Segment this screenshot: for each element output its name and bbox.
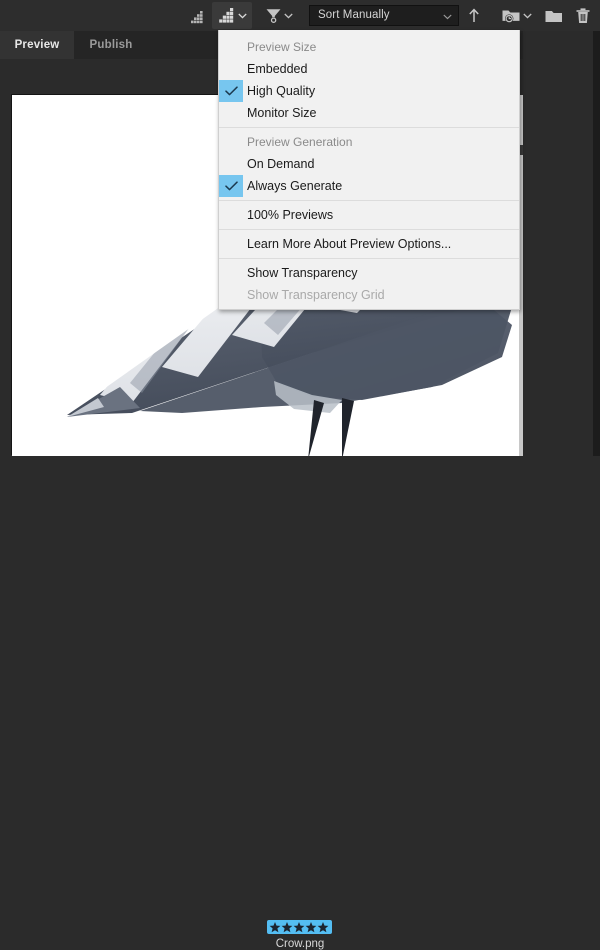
delete-icon[interactable] (570, 2, 600, 29)
filter-icon[interactable] (259, 2, 298, 29)
chevron-down-icon[interactable] (284, 2, 293, 29)
sort-select-value: Sort Manually (318, 8, 390, 21)
preview-footer: Crow.png (0, 456, 600, 950)
recent-folder-icon[interactable] (496, 2, 537, 29)
preview-filename: Crow.png (275, 938, 325, 950)
menu-item-show-transparency-grid: Show Transparency Grid (219, 284, 519, 306)
menu-divider (219, 258, 519, 259)
menu-item-label: Show Transparency Grid (247, 288, 385, 302)
menu-item-100-percent-previews[interactable]: 100% Previews (219, 204, 519, 226)
menu-item-label: High Quality (247, 84, 316, 98)
star-icon (269, 921, 329, 932)
sort-select[interactable]: Sort Manually (309, 5, 459, 26)
chevron-down-icon[interactable] (523, 2, 532, 29)
checkmark-icon (219, 175, 243, 197)
thumbnail-size-small-icon[interactable] (185, 2, 212, 29)
menu-section-header-preview-size: Preview Size (247, 40, 317, 54)
menu-item-label: Monitor Size (247, 106, 317, 120)
tab-preview-label: Preview (14, 39, 60, 51)
rating-stars[interactable] (267, 920, 332, 934)
application-window: Sort Manually Preview Publish Crow.png P… (0, 0, 600, 950)
preview-options-menu: Preview Size Embedded High Quality Monit… (218, 30, 520, 310)
menu-item-label: Show Transparency (247, 266, 358, 280)
menu-item-high-quality[interactable]: High Quality (219, 80, 519, 102)
thumbnail-size-large-icon[interactable] (212, 2, 252, 29)
menu-section-header-preview-generation: Preview Generation (247, 135, 353, 149)
menu-item-on-demand[interactable]: On Demand (219, 153, 519, 175)
right-panel-edge (593, 31, 600, 507)
menu-item-label: Always Generate (247, 179, 343, 193)
checkmark-icon (219, 80, 243, 102)
menu-item-embedded[interactable]: Embedded (219, 58, 519, 80)
menu-divider (219, 200, 519, 201)
chevron-down-icon (443, 7, 452, 25)
menu-item-always-generate[interactable]: Always Generate (219, 175, 519, 197)
menu-item-show-transparency[interactable]: Show Transparency (219, 262, 519, 284)
toolbar-right-group: Sort Manually (185, 0, 600, 31)
menu-item-monitor-size[interactable]: Monitor Size (219, 102, 519, 124)
chevron-down-icon[interactable] (238, 2, 247, 29)
new-folder-icon[interactable] (537, 2, 570, 29)
tab-publish[interactable]: Publish (74, 31, 148, 59)
menu-item-label: On Demand (247, 157, 315, 171)
menu-divider (219, 229, 519, 230)
menu-item-label: Learn More About Preview Options... (247, 237, 452, 251)
right-gutter (523, 31, 600, 507)
menu-item-learn-more[interactable]: Learn More About Preview Options... (219, 233, 519, 255)
menu-item-label: 100% Previews (247, 208, 334, 222)
menu-item-label: Embedded (247, 62, 308, 76)
sort-ascending-button[interactable] (459, 2, 489, 29)
tab-preview[interactable]: Preview (0, 31, 74, 59)
menu-divider (219, 127, 519, 128)
tab-publish-label: Publish (89, 39, 133, 51)
toolbar: Sort Manually (0, 0, 600, 31)
